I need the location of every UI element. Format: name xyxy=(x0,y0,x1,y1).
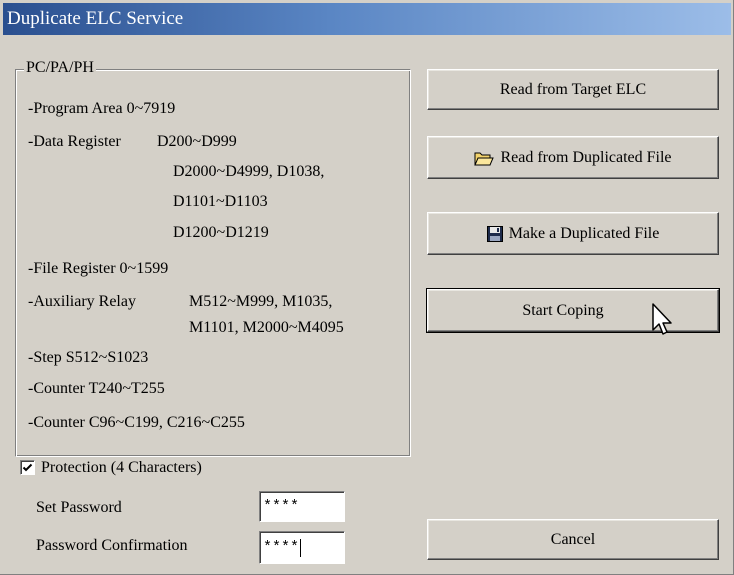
cancel-label: Cancel xyxy=(550,530,596,548)
text-caret xyxy=(300,538,302,557)
checkmark-icon xyxy=(22,463,33,472)
data-register-range-4: D1200~D1219 xyxy=(173,224,269,241)
floppy-disk-icon xyxy=(486,225,503,242)
dialog-window: Duplicate ELC Service PC/PA/PH -Program … xyxy=(0,0,734,575)
auxiliary-relay-range-2: M1101, M2000~M4095 xyxy=(189,319,344,336)
set-password-label: Set Password xyxy=(36,499,122,516)
start-copying-label: Start Coping xyxy=(522,301,604,319)
read-from-file-label: Read from Duplicated File xyxy=(500,148,672,166)
auxiliary-relay-label: -Auxiliary Relay xyxy=(28,293,136,310)
mouse-pointer-icon xyxy=(652,303,678,344)
make-file-label: Make a Duplicated File xyxy=(508,224,660,242)
read-from-file-button[interactable]: Read from Duplicated File xyxy=(427,136,719,179)
protection-label: Protection (4 Characters) xyxy=(41,459,202,476)
step-text: -Step S512~S1023 xyxy=(28,349,149,366)
password-confirmation-value: **** xyxy=(263,539,300,556)
cancel-button[interactable]: Cancel xyxy=(427,519,719,560)
set-password-input[interactable]: **** xyxy=(259,491,345,522)
open-folder-icon xyxy=(474,150,495,166)
data-register-range-3: D1101~D1103 xyxy=(173,193,268,210)
program-area-text: -Program Area 0~7919 xyxy=(28,100,176,117)
window-title: Duplicate ELC Service xyxy=(3,3,731,35)
set-password-value: **** xyxy=(263,498,300,515)
file-register-text: -File Register 0~1599 xyxy=(28,260,169,277)
password-confirmation-input[interactable]: **** xyxy=(259,531,345,564)
group-legend: PC/PA/PH xyxy=(24,58,96,78)
data-register-range-1: D200~D999 xyxy=(157,133,237,150)
counter-t-text: -Counter T240~T255 xyxy=(28,380,165,397)
make-file-button[interactable]: Make a Duplicated File xyxy=(427,212,719,255)
password-confirmation-label: Password Confirmation xyxy=(36,537,188,554)
data-register-range-2: D2000~D4999, D1038, xyxy=(173,163,325,180)
data-register-label: -Data Register xyxy=(28,133,121,150)
read-from-target-button[interactable]: Read from Target ELC xyxy=(427,69,719,110)
auxiliary-relay-range-1: M512~M999, M1035, xyxy=(189,293,333,310)
protection-checkbox[interactable] xyxy=(20,460,35,475)
counter-c-text: -Counter C96~C199, C216~C255 xyxy=(28,414,245,431)
read-from-target-label: Read from Target ELC xyxy=(499,80,647,98)
